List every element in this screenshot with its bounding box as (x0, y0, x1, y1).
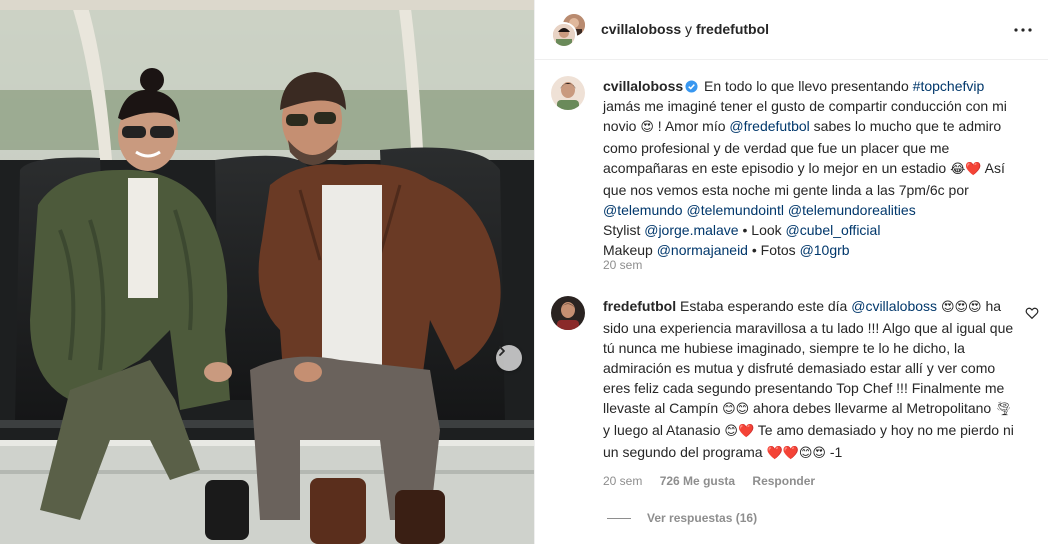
comment-likes[interactable]: 726 Me gusta (660, 474, 735, 488)
comment-text-1: Estaba esperando este día (676, 298, 852, 314)
more-options-icon (1014, 28, 1032, 32)
mention-link[interactable]: @telemundo (603, 202, 683, 218)
avatar-image (551, 76, 585, 110)
caption-text: cvillaloboss En todo lo que llevo presen… (603, 76, 1021, 260)
mention-link[interactable]: @telemundointl (686, 202, 784, 218)
comment-avatar[interactable] (551, 296, 585, 330)
verified-badge-icon (685, 80, 698, 93)
comment-emoji-4: 😊❤️ (724, 424, 755, 439)
collab-avatars[interactable] (551, 12, 587, 48)
post-photo[interactable] (0, 0, 534, 544)
caption-text-6: Stylist (603, 222, 645, 238)
comment-meta: 20 sem 726 Me gusta Responder (603, 474, 829, 488)
caption-text-9: • Fotos (747, 242, 800, 258)
caption-text-8: Makeup (603, 242, 657, 258)
comment-username[interactable]: fredefutbol (603, 298, 676, 314)
comment-emoji-3: 🌪 (995, 402, 1012, 417)
like-comment-button[interactable] (1025, 306, 1039, 320)
caption-avatar[interactable] (551, 76, 585, 110)
caption-text-1: En todo lo que llevo presentando (700, 78, 913, 94)
avatar-image (553, 24, 575, 46)
comment-emoji-2: 😊😊 (722, 402, 750, 417)
comment-text-6: -1 (825, 444, 843, 460)
caption-emoji-2: 😂❤️ (950, 162, 982, 177)
reply-button[interactable]: Responder (752, 474, 815, 488)
mention-link[interactable]: @cvillaloboss (851, 298, 937, 314)
photo-illustration (0, 0, 534, 544)
replies-divider (607, 517, 631, 519)
comment-text: fredefutbol Estaba esperando este día @c… (603, 296, 1021, 464)
caption-username[interactable]: cvillaloboss (603, 78, 683, 94)
caption-text-3: ! Amor mío (653, 118, 730, 134)
caption-meta: 20 sem (603, 258, 656, 272)
avatar-image (551, 296, 585, 330)
mention-link[interactable]: @cubel_official (786, 222, 881, 238)
post-header: cvillaloboss y fredefutbol (535, 0, 1048, 60)
comment-text-4: y luego al Atanasio (603, 422, 725, 438)
heart-outline-icon (1025, 307, 1039, 320)
view-replies-label: Ver respuestas (16) (647, 511, 758, 525)
comment-emoji-5: ❤️❤️😊😍 (766, 446, 826, 461)
comment-timestamp[interactable]: 20 sem (603, 474, 642, 488)
caption-emoji-1: 😍 (640, 120, 654, 135)
mention-link[interactable]: @fredefutbol (729, 118, 809, 134)
comment-item: fredefutbol Estaba esperando este día @c… (551, 296, 1041, 496)
carousel-next-button[interactable] (496, 345, 522, 371)
author-link-cvillaloboss[interactable]: cvillaloboss (601, 21, 681, 37)
comment-text-2: ha sido una experiencia maravillosa a tu… (603, 298, 1014, 416)
mention-link[interactable]: @10grb (800, 242, 850, 258)
mention-link[interactable]: @normajaneid (657, 242, 748, 258)
more-options-button[interactable] (1011, 18, 1035, 42)
mention-link[interactable]: @telemundorealities (788, 202, 916, 218)
post-side-panel: cvillaloboss y fredefutbol cvillaloboss … (534, 0, 1048, 544)
caption-text-7: • Look (738, 222, 786, 238)
mention-link[interactable]: @jorge.malave (644, 222, 738, 238)
avatar-cvillaloboss[interactable] (551, 22, 577, 48)
post-authors: cvillaloboss y fredefutbol (601, 21, 769, 37)
author-link-fredefutbol[interactable]: fredefutbol (696, 21, 769, 37)
authors-conjunction: y (685, 21, 693, 37)
view-replies-button[interactable]: Ver respuestas (16) (607, 511, 757, 525)
hashtag-link[interactable]: #topchefvip (913, 78, 985, 94)
comment-emoji-1: 😍😍😍 (940, 300, 982, 315)
chevron-right-icon (499, 346, 505, 356)
comment-text-3: ahora debes llevarme al Metropolitano (749, 400, 996, 416)
caption-timestamp[interactable]: 20 sem (603, 258, 642, 272)
post-caption: cvillaloboss En todo lo que llevo presen… (551, 76, 1041, 276)
